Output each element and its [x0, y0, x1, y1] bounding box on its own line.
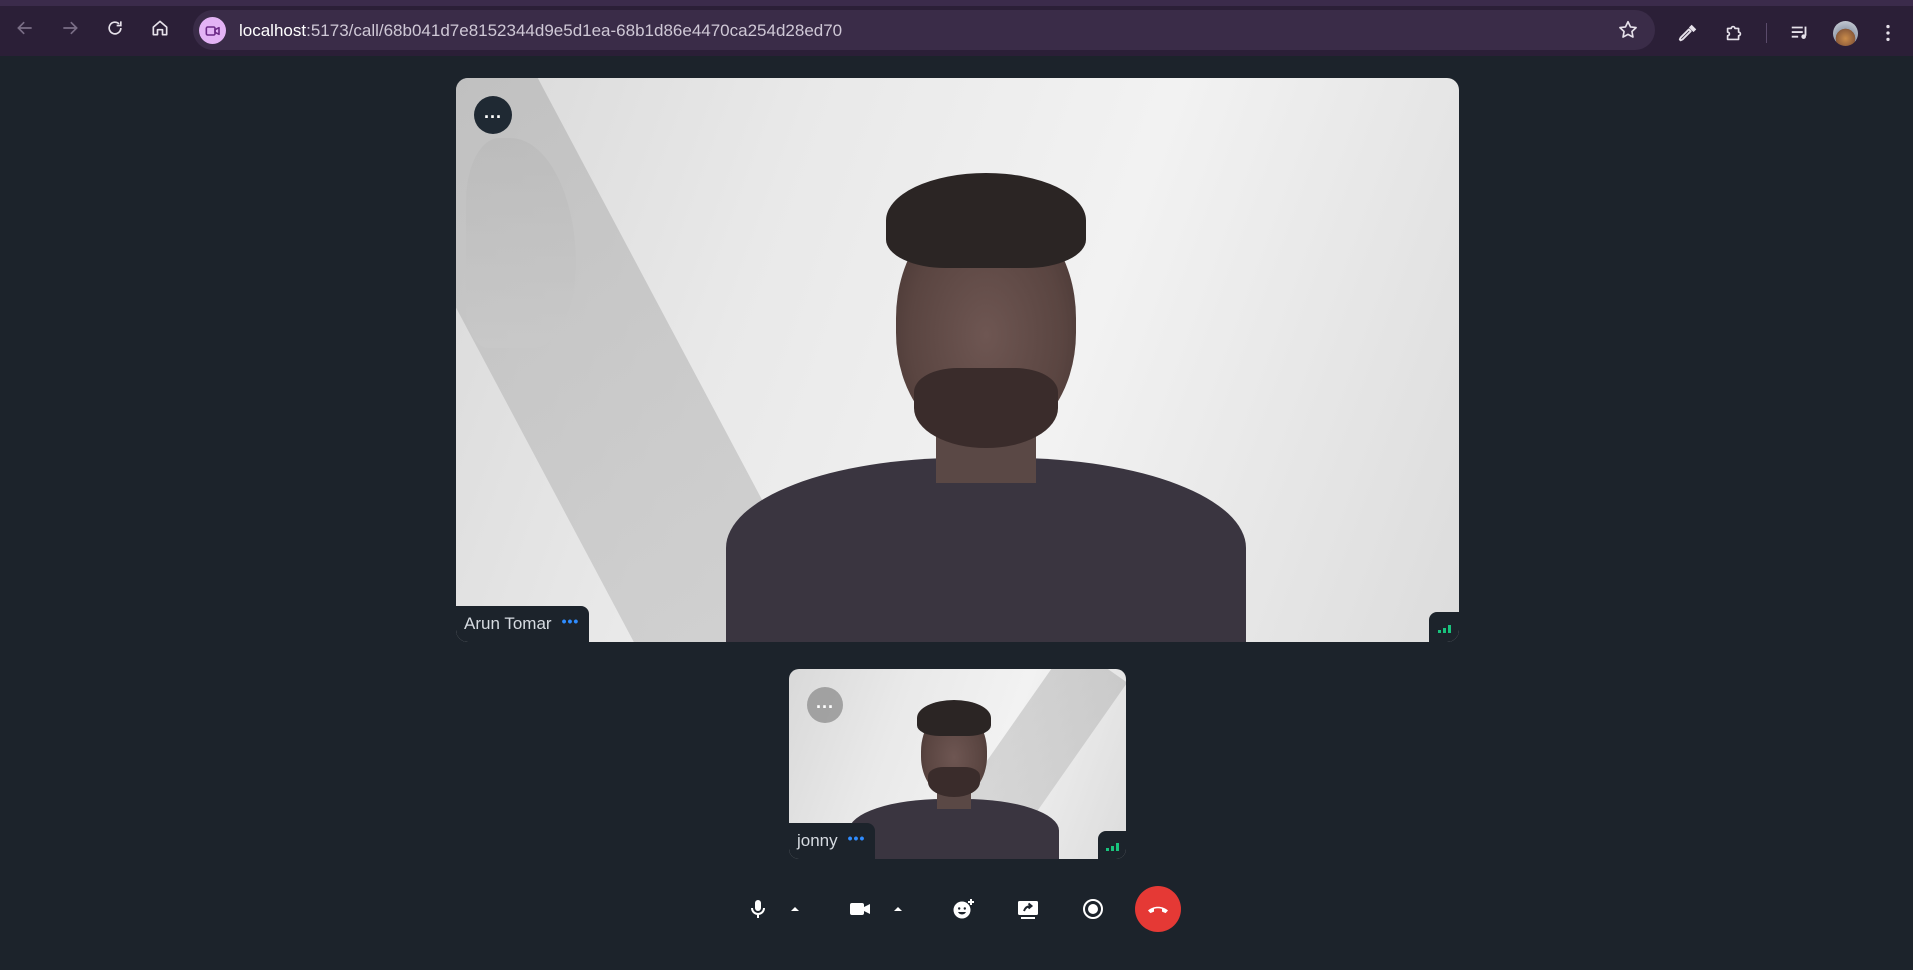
- reload-button[interactable]: [99, 12, 131, 44]
- extensions-puzzle-icon: [1726, 25, 1742, 41]
- self-video-tile[interactable]: ... jonny •••: [789, 669, 1126, 859]
- participant-name-tag: Arun Tomar •••: [456, 606, 590, 642]
- record-button[interactable]: [1072, 888, 1114, 930]
- video-camera-icon: [205, 25, 220, 36]
- end-call-icon: [1148, 906, 1168, 914]
- microphone-icon: [751, 900, 765, 918]
- toolbar-divider: [1766, 23, 1767, 43]
- video-options-button[interactable]: [887, 898, 909, 920]
- forward-arrow-icon: [63, 21, 78, 35]
- address-bar[interactable]: localhost:5173/call/68b041d7e8152344d9e5…: [193, 10, 1655, 50]
- extensions-button[interactable]: [1722, 21, 1746, 45]
- video-options-caret-icon: [894, 907, 902, 911]
- end-call-button[interactable]: [1135, 886, 1181, 932]
- home-icon: [152, 20, 168, 36]
- back-button[interactable]: [9, 12, 41, 44]
- screen-share-icon: [1018, 901, 1038, 919]
- self-name-tag: jonny •••: [789, 823, 876, 859]
- reaction-emoji-icon: [953, 899, 974, 919]
- forward-button[interactable]: [54, 12, 86, 44]
- eyedropper-icon: [1678, 24, 1697, 42]
- site-info-button[interactable]: [199, 17, 226, 44]
- record-icon: [1083, 899, 1103, 919]
- self-name: jonny: [797, 831, 838, 850]
- audio-options-button[interactable]: [784, 898, 806, 920]
- back-arrow-icon: [17, 21, 32, 35]
- participant-name: Arun Tomar: [464, 614, 552, 633]
- participant-options-button[interactable]: ...: [474, 96, 512, 134]
- camera-button[interactable]: [839, 888, 881, 930]
- more-dots-icon: ...: [483, 102, 502, 122]
- media-queue-icon: [1791, 26, 1807, 39]
- eyedropper-button[interactable]: [1676, 21, 1700, 45]
- main-video-tile[interactable]: ... Arun Tomar •••: [456, 78, 1459, 642]
- self-name-tag-more-icon[interactable]: •••: [848, 830, 866, 846]
- browser-menu-button[interactable]: [1876, 21, 1900, 45]
- network-signal-icon: [1098, 831, 1126, 859]
- screen-share-button[interactable]: [1007, 888, 1049, 930]
- browser-toolbar: localhost:5173/call/68b041d7e8152344d9e5…: [0, 0, 1913, 56]
- network-signal-icon: [1429, 612, 1459, 642]
- self-video-feed: [849, 700, 1059, 859]
- participant-video-feed: [726, 163, 1246, 642]
- reaction-button[interactable]: [942, 888, 984, 930]
- audio-options-caret-icon: [791, 907, 799, 911]
- reload-icon: [108, 21, 122, 35]
- url-path: :5173/call/68b041d7e8152344d9e5d1ea-68b1…: [306, 21, 843, 40]
- more-dots-icon: ...: [815, 692, 834, 712]
- self-options-button[interactable]: ...: [807, 687, 843, 723]
- url-host: localhost: [239, 21, 307, 40]
- media-queue-button[interactable]: [1788, 21, 1812, 45]
- profile-avatar[interactable]: [1833, 21, 1858, 46]
- kebab-menu-icon: [1886, 24, 1890, 42]
- home-button[interactable]: [144, 12, 176, 44]
- name-tag-more-icon[interactable]: •••: [562, 613, 580, 629]
- microphone-button[interactable]: [737, 888, 779, 930]
- bookmark-star-icon[interactable]: [1617, 19, 1639, 41]
- camera-icon: [850, 903, 870, 915]
- url-text[interactable]: localhost:5173/call/68b041d7e8152344d9e5…: [239, 21, 842, 41]
